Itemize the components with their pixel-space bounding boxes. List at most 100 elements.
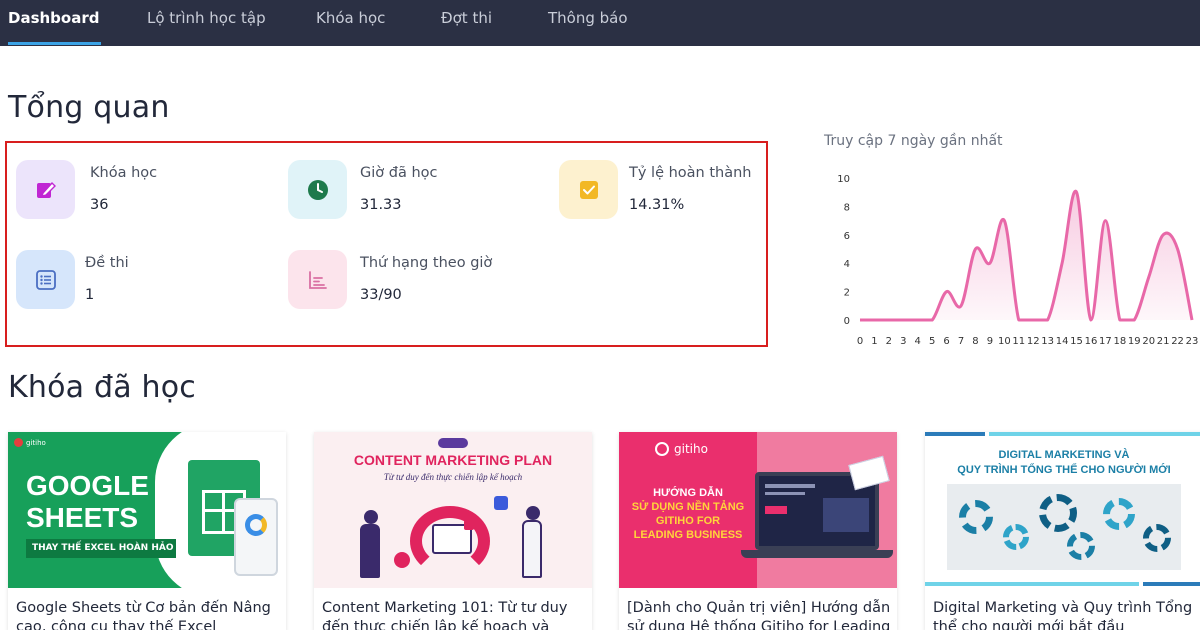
stat-label: Thứ hạng theo giờ [360,255,493,271]
stat-value: 36 [90,197,109,213]
thumb-headline: GOOGLE SHEETS [26,470,149,534]
clock-icon [288,160,347,219]
x-tick-label: 8 [972,336,978,347]
thumb-headline-line: GOOGLE [26,470,149,501]
nav-tab-dashboard[interactable]: Dashboard [8,0,99,46]
logo-text: gitiho [26,438,46,447]
x-tick-label: 11 [1012,336,1025,347]
active-tab-indicator [8,42,101,45]
course-card[interactable]: gitiho GOOGLE SHEETS THAY THẾ EXCEL HOÀN… [8,432,286,630]
thumb-headline: HƯỚNG DẪN SỬ DỤNG NỀN TẢNG GITIHO FOR LE… [621,486,755,542]
x-tick-label: 3 [900,336,906,347]
x-tick-label: 13 [1041,336,1054,347]
nav-tab-notifications[interactable]: Thông báo [548,0,628,46]
x-tick-label: 14 [1056,336,1069,347]
thumb-tagline: Từ tư duy đến thực chiến lập kế hoạch [383,472,523,482]
stat-label: Giờ đã học [360,165,438,181]
chart-title: Truy cập 7 ngày gần nhất [824,133,1003,149]
y-tick-label: 8 [844,202,850,213]
x-tick-label: 20 [1142,336,1155,347]
stat-value: 14.31% [629,197,685,213]
thumb-headline-line: SHEETS [26,502,139,533]
x-tick-label: 6 [943,336,949,347]
course-thumbnail: DIGITAL MARKETING VÀ QUY TRÌNH TỔNG THỂ … [925,432,1200,588]
course-thumbnail: gitiho HƯỚNG DẪN SỬ DỤNG NỀN TẢNG GITIHO… [619,432,897,588]
thumb-headline-line: LEADING BUSINESS [633,529,743,541]
thumb-headline-line: SỬ DỤNG NỀN TẢNG [631,501,745,513]
course-card[interactable]: DIGITAL MARKETING VÀ QUY TRÌNH TỔNG THỂ … [925,432,1200,630]
y-tick-label: 2 [844,288,850,299]
y-tick-label: 10 [837,174,850,185]
x-tick-label: 21 [1157,336,1170,347]
stat-value: 33/90 [360,287,402,303]
bar-chart-icon [288,250,347,309]
access-chart: 02468100 1 2 3 4 5 6 7 8 9 10 11 12 13 14 15 16 17 18 19 20 2… [837,174,1198,347]
course-thumbnail: CONTENT MARKETING PLAN Từ tư duy đến thự… [314,432,592,588]
thumb-headline-line: GITIHO FOR [655,515,721,527]
person-figure-icon [360,524,380,578]
top-navigation: Dashboard Lộ trình học tập Khóa học Đợt … [0,0,1200,46]
course-card[interactable]: CONTENT MARKETING PLAN Từ tư duy đến thự… [314,432,592,630]
y-tick-label: 0 [844,316,850,327]
x-tick-label: 16 [1085,336,1098,347]
stat-label: Tỷ lệ hoàn thành [629,165,752,181]
laptop-base-icon [741,550,893,558]
person-figure-icon [522,520,542,578]
logo-mark-icon [655,442,669,456]
x-tick-label: 7 [958,336,964,347]
thumbnail-decor [925,582,1139,586]
course-card[interactable]: gitiho HƯỚNG DẪN SỬ DỤNG NỀN TẢNG GITIHO… [619,432,897,630]
x-tick-label: 1 [871,336,877,347]
thumb-tagline: THAY THẾ EXCEL HOÀN HẢO [26,539,176,558]
chart-series-line [860,189,1194,322]
x-tick-label: 2 [886,336,892,347]
y-tick-label: 6 [844,231,850,242]
x-tick-label: 15 [1070,336,1083,347]
x-tick-label: 18 [1113,336,1126,347]
gears-illustration [947,484,1181,570]
lightbulb-icon [394,552,410,568]
thumb-headline: DIGITAL MARKETING VÀ QUY TRÌNH TỔNG THỂ … [925,448,1200,478]
nav-tab-exams[interactable]: Đợt thi [441,0,492,46]
course-title[interactable]: Digital Marketing và Quy trình Tổng thể … [933,599,1197,630]
person-figure-icon [526,506,540,520]
x-tick-label: 4 [915,336,921,347]
x-tick-label: 17 [1099,336,1112,347]
x-tick-label: 12 [1027,336,1040,347]
x-tick-label: 23 [1186,336,1198,347]
brand-logo [438,438,468,448]
nav-tab-learning-path[interactable]: Lộ trình học tập [147,0,266,46]
thumbnail-decor [989,432,1200,436]
course-title[interactable]: Google Sheets từ Cơ bản đến Nâng cao, cô… [16,599,280,630]
thumb-headline-line: DIGITAL MARKETING VÀ [998,449,1130,461]
person-figure-icon [364,510,378,524]
overview-heading: Tổng quan [8,90,170,125]
gitiho-logo: gitiho [14,438,46,447]
course-thumbnail: gitiho GOOGLE SHEETS THAY THẾ EXCEL HOÀN… [8,432,286,588]
stat-label: Đề thi [85,255,129,271]
y-tick-label: 4 [844,259,850,270]
thumbs-up-icon [494,496,508,510]
x-tick-label: 19 [1128,336,1141,347]
x-tick-label: 5 [929,336,935,347]
thumb-headline-line: HƯỚNG DẪN [653,487,723,499]
thumb-headline: CONTENT MARKETING PLAN [353,452,553,468]
phone-mockup-icon [234,498,278,576]
x-tick-label: 0 [857,336,863,347]
course-title[interactable]: [Dành cho Quản trị viên] Hướng dẫn sử dụ… [627,599,891,630]
thumbnail-decor [925,432,985,436]
stat-value: 1 [85,287,95,303]
x-tick-label: 9 [987,336,993,347]
thumbnail-decor [1143,582,1200,586]
pencil-square-icon [16,160,75,219]
course-title[interactable]: Content Marketing 101: Từ tư duy đến thự… [322,599,586,630]
courses-heading: Khóa đã học [8,370,196,405]
instagram-icon [464,520,474,530]
x-tick-label: 22 [1171,336,1184,347]
stat-label: Khóa học [90,165,158,181]
stat-value: 31.33 [360,197,402,213]
list-icon [16,250,75,309]
checkbox-icon [559,160,618,219]
thumb-headline-line: QUY TRÌNH TỔNG THỂ CHO NGƯỜI MỚI [957,464,1171,476]
nav-tab-courses[interactable]: Khóa học [316,0,385,46]
